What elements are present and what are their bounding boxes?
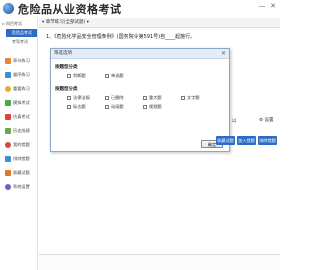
sidebar-item-label: 系统设置: [13, 184, 30, 189]
gear-icon: [5, 184, 11, 190]
minimize-button[interactable]: —: [258, 2, 266, 10]
sidebar-item-simulation-exam[interactable]: 仿真考试: [2, 112, 37, 122]
checkbox-label: 视频题: [149, 104, 162, 109]
filter-dialog: 筛选选项 ✕ 按题型分类 判断题 单选题 按题型分类 法律法规 已删除 重大题 …: [50, 48, 230, 152]
add-mistake-button[interactable]: 加入错题: [237, 136, 256, 145]
checkbox-single-choice[interactable]: [105, 74, 109, 78]
filter-icon: [5, 156, 11, 162]
practice-mode-select[interactable]: ▾ 章节练习(全部试题) ▾: [42, 19, 89, 27]
tree-root[interactable]: ▫ 科目考试: [2, 21, 22, 27]
sidebar-item-label: 仿真考试: [13, 114, 30, 119]
dialog-title: 筛选选项: [51, 49, 229, 59]
checkbox-label: 法律法规: [73, 95, 90, 100]
question-text: 1、《危险化学品安全管理条例》(国务院令第591号)自____起施行。: [46, 34, 196, 40]
app-header: 危险品从业资格考试 — ✕: [0, 0, 280, 18]
list-icon: [5, 72, 11, 78]
favorite-question-button[interactable]: 收藏试题: [216, 136, 235, 145]
tree-item-hazmat-exam[interactable]: 危险品考试: [6, 29, 37, 37]
sidebar: ▫ 科目考试 危险品考试 考驾考试 章节练习 顺序练习 重要练习 模拟考试 仿真…: [0, 18, 38, 270]
checkbox-video[interactable]: [143, 105, 147, 109]
sidebar-item-chapter-practice[interactable]: 章节练习: [2, 56, 37, 66]
sidebar-item-label: 章节练习: [13, 58, 30, 63]
section-label-question-type: 按题型分类: [55, 65, 78, 70]
checkbox-label: 判断题: [73, 73, 86, 78]
tree-item-driving-exam[interactable]: 考驾考试: [6, 38, 37, 46]
sidebar-item-label: 模拟考试: [13, 100, 30, 105]
sidebar-item-history-scores[interactable]: 历史成绩: [2, 126, 37, 136]
answer-fragment: 以: [232, 119, 237, 124]
checkbox-signs[interactable]: [67, 105, 71, 109]
exam-icon: [5, 100, 11, 106]
app-title: 危险品从业资格考试: [18, 3, 122, 16]
app-logo: [3, 3, 14, 14]
section-label-chapter: 按题型分类: [55, 87, 78, 92]
sidebar-item-sequential-practice[interactable]: 顺序练习: [2, 70, 37, 80]
sidebar-item-key-practice[interactable]: 重要练习: [2, 84, 37, 94]
cross-icon: [5, 142, 11, 148]
checkbox-major[interactable]: [143, 96, 147, 100]
sidebar-item-mock-exam[interactable]: 模拟考试: [2, 98, 37, 108]
dialog-close-icon[interactable]: ✕: [221, 50, 226, 58]
sidebar-item-settings[interactable]: 系统设置: [2, 182, 37, 192]
checkbox-label: 动画题: [111, 104, 124, 109]
sidebar-item-label: 排除错题: [13, 156, 30, 161]
heart-icon: [5, 170, 11, 176]
checkbox-text[interactable]: [181, 96, 185, 100]
sidebar-item-label: 重要练习: [13, 86, 30, 91]
checkbox-laws[interactable]: [67, 96, 71, 100]
checkbox-label: 已删除: [111, 95, 124, 100]
checkbox-label: 标志题: [73, 104, 86, 109]
checkbox-true-false[interactable]: [67, 74, 71, 78]
star-icon: [5, 86, 11, 92]
sidebar-item-excluded-mistakes[interactable]: 排除错题: [2, 154, 37, 164]
sidebar-item-my-mistakes[interactable]: 我的错题: [2, 140, 37, 150]
paper-icon: [5, 114, 11, 120]
sidebar-item-label: 我的错题: [13, 142, 30, 147]
main-toolbar: ▾ 章节练习(全部试题) ▾: [39, 18, 280, 28]
checkbox-label: 文字题: [187, 95, 200, 100]
pencil-icon: [5, 58, 11, 64]
chart-icon: [5, 128, 11, 134]
sidebar-item-favorites[interactable]: 收藏试题: [2, 168, 37, 178]
checkbox-label: 单选题: [111, 73, 124, 78]
sidebar-item-label: 收藏试题: [13, 170, 30, 175]
checkbox-deleted[interactable]: [105, 96, 109, 100]
close-button[interactable]: ✕: [269, 2, 277, 10]
bottom-strip: [39, 255, 280, 270]
exclude-mistake-button[interactable]: 排除错题: [258, 136, 277, 145]
sidebar-item-label: 历史成绩: [13, 128, 30, 133]
checkbox-animation[interactable]: [105, 105, 109, 109]
sidebar-item-label: 顺序练习: [13, 72, 30, 77]
settings-button[interactable]: ⚙ 设置: [259, 117, 273, 123]
checkbox-label: 重大题: [149, 95, 162, 100]
